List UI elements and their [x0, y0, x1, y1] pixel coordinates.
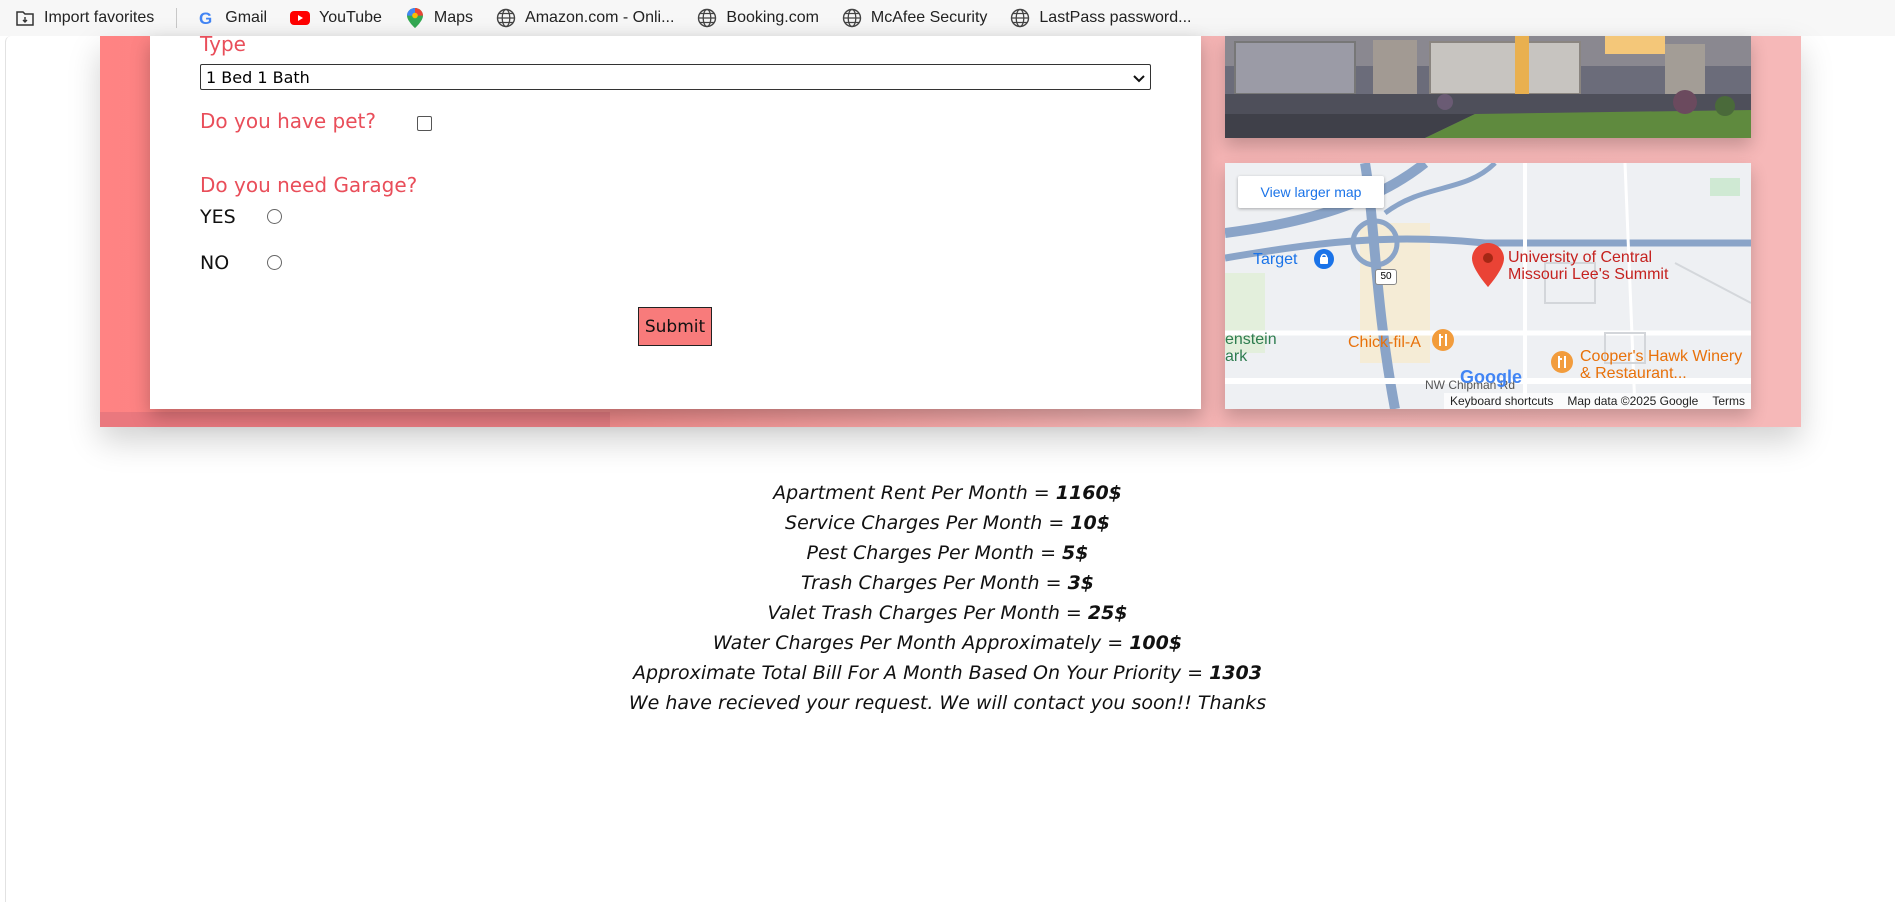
map-place-title: University of Central Missouri Lee's Sum…	[1508, 249, 1669, 283]
map-footer: Keyboard shortcuts Map data ©2025 Google…	[1444, 393, 1751, 409]
terms-link[interactable]: Terms	[1712, 394, 1745, 408]
pet-checkbox[interactable]	[417, 116, 432, 131]
map-pin-icon	[1472, 243, 1504, 292]
globe-icon	[1009, 7, 1031, 29]
bookmark-label: YouTube	[319, 9, 382, 26]
globe-icon	[495, 7, 517, 29]
rent-row: Apartment Rent Per Month = 1160$	[0, 478, 1895, 508]
bookmark-mcafee[interactable]: McAfee Security	[841, 7, 987, 29]
import-icon	[14, 7, 36, 29]
garage-no-radio[interactable]	[267, 255, 282, 270]
restaurant-icon	[1431, 328, 1455, 357]
map-label-chick: Chick-fil-A	[1348, 334, 1421, 351]
bookmark-label: Maps	[433, 9, 474, 26]
water-value: 100$	[1129, 632, 1183, 654]
shopping-bag-icon	[1313, 248, 1335, 275]
bookmark-label: Import favorites	[44, 9, 155, 26]
map-label-coopers: Cooper's Hawk Winery & Restaurant...	[1580, 348, 1743, 382]
house-image	[1225, 36, 1751, 138]
service-value: 10$	[1070, 512, 1110, 534]
water-label: Water Charges Per Month Approximately =	[712, 632, 1130, 654]
rent-label: Apartment Rent Per Month =	[773, 482, 1056, 504]
pest-row: Pest Charges Per Month = 5$	[0, 538, 1895, 568]
restaurant-icon	[1550, 350, 1574, 379]
youtube-icon	[289, 7, 311, 29]
chevron-down-icon	[1133, 68, 1145, 87]
type-label: Type	[200, 32, 246, 56]
bookmark-divider	[176, 8, 178, 28]
trash-row: Trash Charges Per Month = 3$	[0, 568, 1895, 598]
route-shield: 50	[1375, 269, 1397, 285]
water-row: Water Charges Per Month Approximately = …	[0, 628, 1895, 658]
bookmark-amazon[interactable]: Amazon.com - Onli...	[495, 7, 674, 29]
garage-label: Do you need Garage?	[200, 173, 418, 197]
globe-icon	[841, 7, 863, 29]
submit-button[interactable]: Submit	[638, 307, 712, 346]
bookmark-booking[interactable]: Booking.com	[696, 7, 819, 29]
valet-label: Valet Trash Charges Per Month =	[767, 602, 1088, 624]
bookmark-label: Amazon.com - Onli...	[525, 9, 675, 26]
bookmark-label: LastPass password...	[1039, 9, 1192, 26]
map-label-target: Target	[1253, 251, 1298, 268]
type-select[interactable]: 1 Bed 1 Bath	[200, 64, 1151, 90]
view-larger-map-link[interactable]: View larger map	[1238, 176, 1384, 208]
bookmark-youtube[interactable]: YouTube	[289, 7, 382, 29]
bookmark-label: Gmail	[225, 9, 268, 26]
bookmark-gmail[interactable]: G Gmail	[195, 7, 267, 29]
garage-no-label: NO	[200, 252, 230, 274]
booking-form: Type 1 Bed 1 Bath Do you have pet? Do yo…	[150, 32, 1201, 409]
svg-text:G: G	[199, 9, 212, 27]
service-row: Service Charges Per Month = 10$	[0, 508, 1895, 538]
confirmation-message: We have recieved your request. We will c…	[628, 692, 1267, 714]
globe-icon	[696, 7, 718, 29]
valet-row: Valet Trash Charges Per Month = 25$	[0, 598, 1895, 628]
bookmarks-bar: Import favorites G Gmail YouTube Maps Am…	[0, 0, 1895, 36]
total-value: 1303	[1209, 662, 1262, 684]
bookmark-maps[interactable]: Maps	[404, 7, 473, 29]
total-row: Approximate Total Bill For A Month Based…	[0, 658, 1895, 688]
pest-value: 5$	[1062, 542, 1089, 564]
type-select-value: 1 Bed 1 Bath	[206, 67, 310, 87]
map-label-park: enstein ark	[1225, 331, 1277, 365]
trash-value: 3$	[1067, 572, 1095, 594]
bill-summary: Apartment Rent Per Month = 1160$ Service…	[0, 478, 1895, 718]
pet-label: Do you have pet?	[200, 109, 376, 133]
garage-yes-label: YES	[200, 206, 236, 228]
rent-value: 1160$	[1055, 482, 1122, 504]
bookmark-import-favorites[interactable]: Import favorites	[14, 7, 154, 29]
map-data-text: Map data ©2025 Google	[1567, 394, 1699, 408]
google-icon: G	[195, 7, 217, 29]
trash-label: Trash Charges Per Month =	[800, 572, 1068, 594]
service-label: Service Charges Per Month =	[785, 512, 1071, 534]
maps-pin-icon	[404, 7, 426, 29]
bookmark-label: McAfee Security	[870, 9, 988, 26]
total-label: Approximate Total Bill For A Month Based…	[633, 662, 1210, 684]
bookmark-label: Booking.com	[726, 9, 819, 26]
bookmark-lastpass[interactable]: LastPass password...	[1009, 7, 1191, 29]
google-logo: Google	[1460, 367, 1522, 387]
valet-value: 25$	[1087, 602, 1128, 624]
keyboard-shortcuts-link[interactable]: Keyboard shortcuts	[1450, 394, 1553, 408]
band-shade	[100, 412, 610, 427]
garage-yes-radio[interactable]	[267, 209, 282, 224]
pest-label: Pest Charges Per Month =	[806, 542, 1063, 564]
location-map[interactable]: View larger map Target 50 University of …	[1225, 163, 1751, 409]
